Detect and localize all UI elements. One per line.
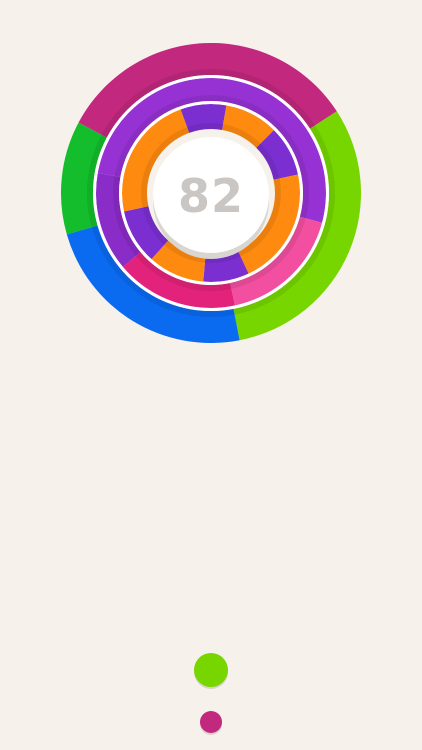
score-text: 82 bbox=[178, 169, 244, 223]
next-ball bbox=[200, 711, 222, 733]
active-ball bbox=[194, 653, 228, 687]
balls bbox=[194, 653, 228, 735]
game-canvas[interactable]: 82 bbox=[0, 0, 422, 750]
